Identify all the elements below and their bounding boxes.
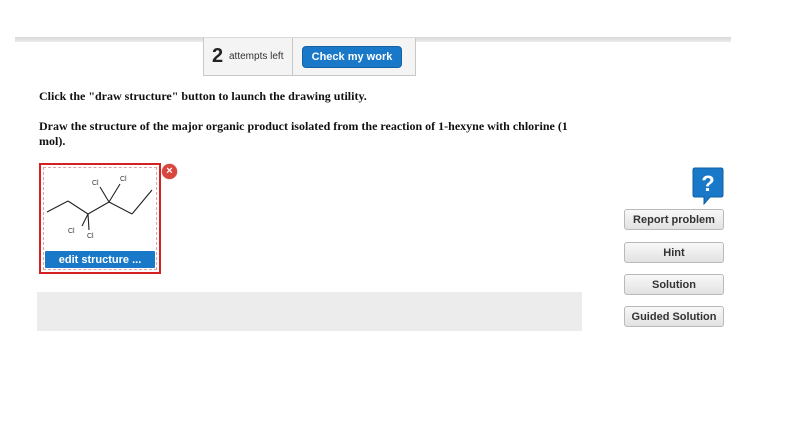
chlorine-label-4: Cl <box>87 233 94 240</box>
close-icon[interactable]: × <box>162 164 177 179</box>
instruction-draw-structure: Click the "draw structure" button to lau… <box>39 89 367 103</box>
structure-drawing-box[interactable]: Cl Cl Cl Cl edit structure ... <box>39 163 161 274</box>
chlorine-label-2: Cl <box>120 176 127 183</box>
chlorine-label-3: Cl <box>68 228 75 235</box>
bond-c3-c4 <box>87 201 110 215</box>
help-question-icon[interactable]: ? <box>692 167 724 206</box>
solution-button[interactable]: Solution <box>624 274 724 295</box>
help-icon-shape: ? <box>692 167 724 206</box>
help-symbol: ? <box>701 171 714 196</box>
attempts-divider <box>292 38 293 76</box>
bond-c3-cl-a <box>81 213 89 227</box>
bond-c5-c6 <box>131 189 153 215</box>
edit-structure-button[interactable]: edit structure ... <box>45 251 155 268</box>
check-my-work-button[interactable]: Check my work <box>302 46 402 68</box>
report-problem-button[interactable]: Report problem <box>624 209 724 230</box>
question-text: Draw the structure of the major organic … <box>39 119 568 148</box>
hint-button[interactable]: Hint <box>624 242 724 263</box>
chlorine-label-1: Cl <box>92 180 99 187</box>
answer-feedback-area <box>37 292 582 331</box>
bond-c4-cl-b <box>108 183 121 203</box>
bond-c4-cl-a <box>99 186 110 203</box>
attempts-panel: 2 attempts left Check my work <box>203 38 416 76</box>
bond-c3-cl-b <box>87 213 90 231</box>
bond-c1-c2 <box>46 200 69 213</box>
attempts-label: attempts left <box>229 51 284 62</box>
bond-c4-c5 <box>108 201 133 215</box>
bond-c2-c3 <box>67 200 89 215</box>
attempts-count: 2 <box>212 45 224 67</box>
guided-solution-button[interactable]: Guided Solution <box>624 306 724 327</box>
